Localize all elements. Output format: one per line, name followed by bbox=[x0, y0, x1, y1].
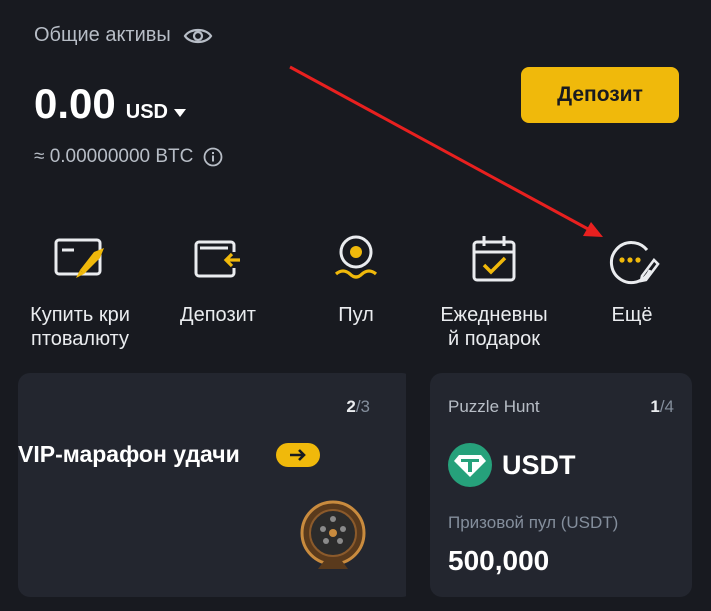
action-label: Пул bbox=[338, 304, 374, 326]
action-daily-gift[interactable]: Ежедневны й подарок bbox=[424, 230, 564, 351]
vip-page-total: /3 bbox=[355, 397, 370, 416]
prize-pool-value: 500,000 bbox=[448, 545, 550, 576]
total-assets-text: Общие активы bbox=[34, 24, 171, 46]
info-icon[interactable] bbox=[203, 147, 223, 167]
balance-amount: 0.00 bbox=[34, 80, 116, 127]
token-name: USDT bbox=[502, 449, 576, 480]
card-divider bbox=[406, 373, 414, 597]
vip-go-button[interactable] bbox=[276, 443, 320, 467]
action-label: Ещё bbox=[611, 304, 653, 326]
action-pool[interactable]: Пул bbox=[286, 230, 426, 327]
action-buy-crypto[interactable]: Купить кри птовалюту bbox=[10, 230, 150, 351]
vip-card-pagination: 2/3 bbox=[346, 397, 370, 417]
vip-page-current: 2 bbox=[346, 397, 356, 416]
prize-wheel-icon bbox=[300, 500, 366, 569]
puzzle-hunt-title: Puzzle Hunt bbox=[448, 397, 540, 416]
tether-icon bbox=[448, 443, 492, 487]
balance: 0.00 USD bbox=[34, 80, 186, 128]
action-label: Ежедневны й подарок bbox=[440, 304, 548, 350]
vip-card-title: VIP-марафон удачи bbox=[18, 441, 240, 467]
action-label: Купить кри птовалюту bbox=[30, 304, 130, 350]
puzzle-hunt-card[interactable]: Puzzle Hunt 1/4 USDT Призовой пул (USDT)… bbox=[430, 373, 692, 597]
currency-selector[interactable]: USD bbox=[126, 101, 186, 124]
arrow-right-icon bbox=[290, 449, 306, 461]
puzzle-page-current: 1 bbox=[650, 397, 660, 416]
pool-icon bbox=[334, 235, 378, 279]
vip-marathon-card[interactable]: 2/3 VIP-марафон удачи bbox=[18, 373, 414, 597]
action-label: Депозит bbox=[180, 304, 256, 326]
caret-down-icon bbox=[173, 108, 186, 117]
more-icon bbox=[609, 241, 660, 285]
puzzle-card-pagination: 1/4 bbox=[650, 397, 674, 417]
action-more[interactable]: Ещё bbox=[562, 230, 702, 327]
rocket-icon bbox=[54, 238, 104, 278]
calendar-check-icon bbox=[472, 236, 516, 282]
puzzle-page-total: /4 bbox=[659, 397, 674, 416]
token-row: USDT bbox=[448, 443, 576, 487]
prize-pool-label: Призовой пул (USDT) bbox=[448, 513, 619, 532]
btc-equivalent: ≈ 0.00000000 BTC bbox=[34, 146, 223, 168]
btc-equivalent-text: ≈ 0.00000000 BTC bbox=[34, 146, 194, 167]
total-assets-label: Общие активы bbox=[34, 24, 213, 47]
currency-label: USD bbox=[125, 101, 168, 123]
action-deposit[interactable]: Депозит bbox=[148, 230, 288, 327]
deposit-button[interactable]: Депозит bbox=[521, 67, 679, 123]
wallet-deposit-icon bbox=[194, 240, 240, 278]
eye-icon[interactable] bbox=[183, 25, 213, 47]
